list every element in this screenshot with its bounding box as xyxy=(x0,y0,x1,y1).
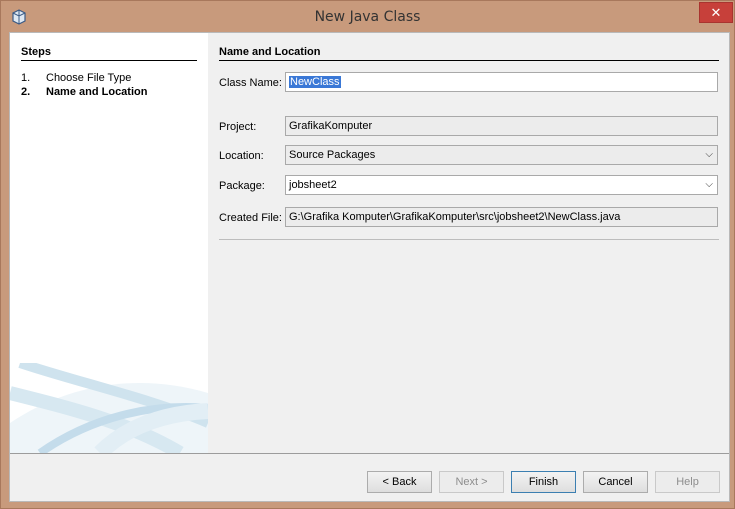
close-button[interactable]: ✕ xyxy=(699,2,733,23)
wizard-body: Steps 1. Choose File Type 2. Name and Loca… xyxy=(9,32,730,502)
section-title: Name and Location xyxy=(219,46,321,58)
chevron-down-icon: ⌵ xyxy=(705,179,713,190)
decorative-swoosh-graphic xyxy=(10,363,208,453)
title-bar[interactable]: New Java Class ✕ xyxy=(1,1,734,32)
project-value: GrafikaKomputer xyxy=(289,120,373,132)
button-bar: < Back Next > Finish Cancel Help xyxy=(10,453,729,501)
class-name-value: NewClass xyxy=(289,76,341,88)
dialog-window: New Java Class ✕ Steps 1. Choose File Typ… xyxy=(0,0,735,509)
window-title: New Java Class xyxy=(314,9,421,25)
created-file-label: Created File: xyxy=(219,212,282,224)
package-value: jobsheet2 xyxy=(289,179,337,191)
class-name-label: Class Name: xyxy=(219,77,282,89)
next-button[interactable]: Next > xyxy=(439,471,504,493)
section-divider xyxy=(219,60,719,61)
step-label: Choose File Type xyxy=(46,72,132,84)
steps-divider xyxy=(21,60,197,61)
project-field: GrafikaKomputer xyxy=(285,116,718,136)
project-label: Project: xyxy=(219,121,257,133)
step-label: Name and Location xyxy=(46,86,148,98)
package-label: Package: xyxy=(219,180,265,192)
location-label: Location: xyxy=(219,150,264,162)
finish-button[interactable]: Finish xyxy=(511,471,576,493)
created-file-field: G:\Grafika Komputer\GrafikaKomputer\src\… xyxy=(285,207,718,227)
step-number: 1. xyxy=(21,72,31,84)
step-name-and-location: 2. Name and Location xyxy=(21,86,147,98)
created-file-value: G:\Grafika Komputer\GrafikaKomputer\src\… xyxy=(289,211,621,223)
form-divider xyxy=(219,239,719,240)
name-and-location-panel: Name and Location Class Name: NewClass P… xyxy=(208,33,729,453)
cancel-button[interactable]: Cancel xyxy=(583,471,648,493)
location-value: Source Packages xyxy=(289,149,376,161)
class-name-input[interactable]: NewClass xyxy=(285,72,718,92)
steps-title: Steps xyxy=(21,46,51,58)
location-select[interactable]: Source Packages ⌵ xyxy=(285,145,718,165)
help-button[interactable]: Help xyxy=(655,471,720,493)
back-button[interactable]: < Back xyxy=(367,471,432,493)
steps-panel: Steps 1. Choose File Type 2. Name and Loca… xyxy=(10,33,208,453)
chevron-down-icon: ⌵ xyxy=(705,149,713,160)
package-combo[interactable]: jobsheet2 ⌵ xyxy=(285,175,718,195)
step-number: 2. xyxy=(21,86,31,98)
step-choose-file-type: 1. Choose File Type xyxy=(21,72,131,84)
